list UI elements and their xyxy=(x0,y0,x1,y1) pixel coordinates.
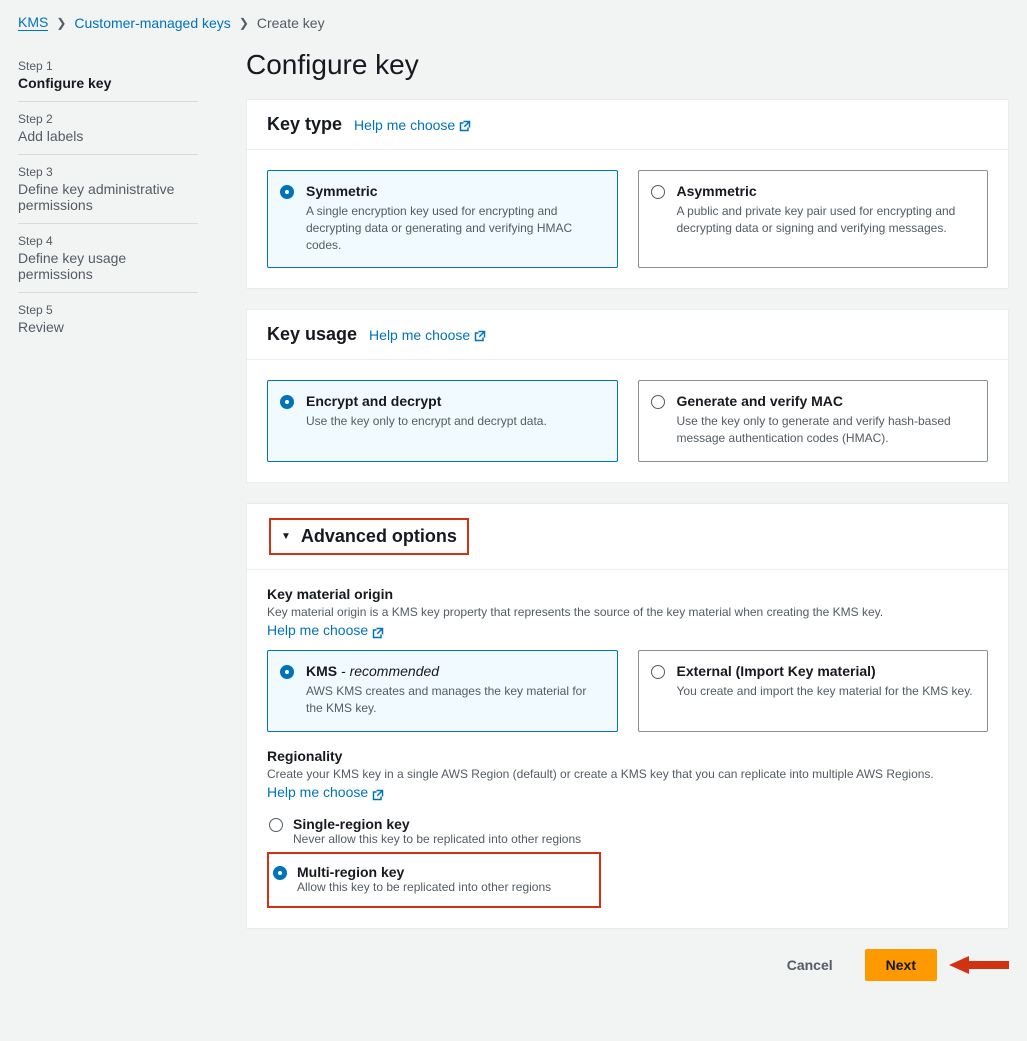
tile-desc: AWS KMS creates and manages the key mate… xyxy=(306,683,603,717)
radio-icon xyxy=(651,395,665,409)
breadcrumb-customer-keys[interactable]: Customer-managed keys xyxy=(74,15,230,31)
tile-desc: A single encryption key used for encrypt… xyxy=(306,203,603,253)
radio-icon xyxy=(273,866,287,880)
step-configure-key[interactable]: Step 1 Configure key xyxy=(18,49,198,102)
external-link-icon xyxy=(372,625,384,637)
regionality-hint: Create your KMS key in a single AWS Regi… xyxy=(267,766,988,802)
key-type-panel: Key type Help me choose Symmetric A sing… xyxy=(246,99,1009,289)
radio-icon xyxy=(651,185,665,199)
wizard-steps-sidebar: Step 1 Configure key Step 2 Add labels S… xyxy=(18,49,198,345)
step-label: Step 2 xyxy=(18,112,198,126)
regionality-multi[interactable]: Multi-region key Allow this key to be re… xyxy=(271,860,591,900)
regionality-single[interactable]: Single-region key Never allow this key t… xyxy=(267,812,988,852)
origin-external[interactable]: External (Import Key material) You creat… xyxy=(638,650,989,732)
tile-title: Encrypt and decrypt xyxy=(306,393,603,409)
tile-title: Symmetric xyxy=(306,183,603,199)
key-usage-encrypt[interactable]: Encrypt and decrypt Use the key only to … xyxy=(267,380,618,462)
wizard-footer: Cancel Next xyxy=(246,949,1009,981)
key-type-help-link[interactable]: Help me choose xyxy=(354,117,471,133)
regionality-help-link[interactable]: Help me choose xyxy=(267,783,384,803)
advanced-options-heading: Advanced options xyxy=(301,526,457,547)
tile-desc: Use the key only to encrypt and decrypt … xyxy=(306,413,603,430)
step-label: Step 1 xyxy=(18,59,198,73)
origin-help-link[interactable]: Help me choose xyxy=(267,621,384,641)
external-link-icon xyxy=(372,787,384,799)
option-desc: Never allow this key to be replicated in… xyxy=(293,832,988,846)
step-title: Review xyxy=(18,319,198,335)
step-label: Step 5 xyxy=(18,303,198,317)
tile-desc: Use the key only to generate and verify … xyxy=(677,413,974,447)
breadcrumb-current: Create key xyxy=(257,15,325,31)
breadcrumb: KMS ❯ Customer-managed keys ❯ Create key xyxy=(18,14,1009,31)
caret-down-icon: ▼ xyxy=(281,531,291,542)
key-usage-heading: Key usage xyxy=(267,324,357,345)
option-title: Multi-region key xyxy=(297,864,551,880)
step-title: Configure key xyxy=(18,75,198,91)
tile-title: KMS - recommended xyxy=(306,663,603,679)
key-type-symmetric[interactable]: Symmetric A single encryption key used f… xyxy=(267,170,618,268)
radio-icon xyxy=(280,395,294,409)
key-type-heading: Key type xyxy=(267,114,342,135)
option-title: Single-region key xyxy=(293,816,988,832)
step-review[interactable]: Step 5 Review xyxy=(18,293,198,345)
breadcrumb-kms[interactable]: KMS xyxy=(18,14,48,31)
step-label: Step 3 xyxy=(18,165,198,179)
origin-label: Key material origin xyxy=(267,586,988,602)
radio-icon xyxy=(651,665,665,679)
regionality-label: Regionality xyxy=(267,748,988,764)
chevron-right-icon: ❯ xyxy=(239,16,249,30)
advanced-options-panel: ▼ Advanced options Key material origin K… xyxy=(246,503,1009,929)
tile-title: Asymmetric xyxy=(677,183,974,199)
radio-icon xyxy=(280,185,294,199)
cancel-button[interactable]: Cancel xyxy=(767,950,853,980)
next-button[interactable]: Next xyxy=(865,949,937,981)
step-label: Step 4 xyxy=(18,234,198,248)
external-link-icon xyxy=(474,329,486,341)
tile-desc: You create and import the key material f… xyxy=(677,683,974,700)
step-title: Add labels xyxy=(18,128,198,144)
key-usage-mac[interactable]: Generate and verify MAC Use the key only… xyxy=(638,380,989,462)
step-title: Define key administrative permissions xyxy=(18,181,198,213)
advanced-options-toggle[interactable]: ▼ Advanced options xyxy=(247,504,1008,569)
tile-desc: A public and private key pair used for e… xyxy=(677,203,974,237)
radio-icon xyxy=(269,818,283,832)
tile-title: Generate and verify MAC xyxy=(677,393,974,409)
origin-hint: Key material origin is a KMS key propert… xyxy=(267,604,988,640)
origin-kms[interactable]: KMS - recommended AWS KMS creates and ma… xyxy=(267,650,618,732)
key-type-asymmetric[interactable]: Asymmetric A public and private key pair… xyxy=(638,170,989,268)
radio-icon xyxy=(280,665,294,679)
tile-title: External (Import Key material) xyxy=(677,663,974,679)
option-desc: Allow this key to be replicated into oth… xyxy=(297,880,551,894)
step-title: Define key usage permissions xyxy=(18,250,198,282)
step-usage-permissions[interactable]: Step 4 Define key usage permissions xyxy=(18,224,198,293)
external-link-icon xyxy=(459,119,471,131)
annotation-arrow-icon xyxy=(949,953,1009,977)
key-usage-panel: Key usage Help me choose Encrypt and dec… xyxy=(246,309,1009,483)
step-add-labels[interactable]: Step 2 Add labels xyxy=(18,102,198,155)
page-title: Configure key xyxy=(246,49,1009,81)
step-admin-permissions[interactable]: Step 3 Define key administrative permiss… xyxy=(18,155,198,224)
chevron-right-icon: ❯ xyxy=(56,16,66,30)
key-usage-help-link[interactable]: Help me choose xyxy=(369,327,486,343)
